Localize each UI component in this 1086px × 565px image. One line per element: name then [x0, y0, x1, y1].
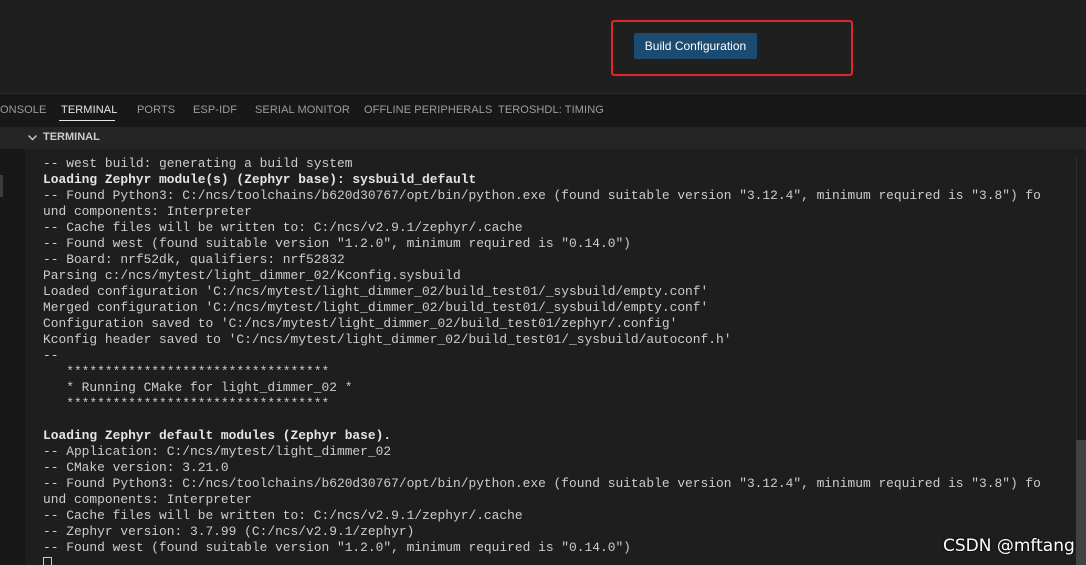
terminal-section-header[interactable]: TERMINAL: [0, 127, 1086, 149]
tab-teroshdl-timing[interactable]: TEROSHDL: TIMING: [498, 104, 604, 116]
watermark: CSDN @mftang: [943, 536, 1075, 556]
terminal-line: Merged configuration 'C:/ncs/mytest/ligh…: [43, 300, 709, 315]
terminal-line: -- Application: C:/ncs/mytest/light_dimm…: [43, 444, 392, 459]
terminal-line: **********************************: [43, 396, 330, 411]
terminal-line: -- Found west (found suitable version "1…: [43, 236, 631, 251]
panel-tab-bar: ONSOLE TERMINAL PORTS ESP-IDF SERIAL MON…: [0, 94, 1086, 127]
tab-ports[interactable]: PORTS: [137, 104, 175, 116]
terminal-line: **********************************: [43, 364, 330, 379]
terminal-line: --: [43, 348, 59, 363]
terminal-line: * Running CMake for light_dimmer_02 *: [43, 380, 353, 395]
terminal-line: Kconfig header saved to 'C:/ncs/mytest/l…: [43, 332, 732, 347]
terminal-line: -- Found west (found suitable version "1…: [43, 540, 631, 555]
terminal-line: -- Found Python3: C:/ncs/toolchains/b620…: [43, 188, 1041, 203]
active-tab-indicator: [59, 120, 115, 121]
terminal-line: und components: Interpreter: [43, 204, 252, 219]
terminal-line: Parsing c:/ncs/mytest/light_dimmer_02/Kc…: [43, 268, 461, 283]
terminal-cursor: [43, 557, 52, 565]
tab-offline-peripherals[interactable]: OFFLINE PERIPHERALS: [364, 104, 492, 116]
terminal-line: -- Cache files will be written to: C:/nc…: [43, 508, 523, 523]
left-gutter: [0, 149, 25, 565]
terminal-line: Loading Zephyr module(s) (Zephyr base): …: [43, 172, 477, 187]
chevron-down-icon[interactable]: [27, 132, 38, 143]
terminal-line: -- CMake version: 3.21.0: [43, 460, 229, 475]
gutter-marker: [0, 175, 3, 197]
terminal-line: -- west build: generating a build system: [43, 156, 353, 171]
terminal-line: Loaded configuration 'C:/ncs/mytest/ligh…: [43, 284, 709, 299]
terminal-scrollbar-thumb[interactable]: [1076, 440, 1086, 565]
terminal-line: Configuration saved to 'C:/ncs/mytest/li…: [43, 316, 678, 331]
tab-esp-idf[interactable]: ESP-IDF: [193, 104, 237, 116]
editor-area: Build Configuration: [0, 0, 1086, 93]
build-configuration-button[interactable]: Build Configuration: [634, 33, 757, 59]
terminal-line: -- Cache files will be written to: C:/nc…: [43, 220, 523, 235]
terminal-line: -- Zephyr version: 3.7.99 (C:/ncs/v2.9.1…: [43, 524, 415, 539]
section-title: TERMINAL: [43, 131, 100, 143]
terminal-line: -- Found Python3: C:/ncs/toolchains/b620…: [43, 476, 1041, 491]
tab-terminal[interactable]: TERMINAL: [61, 104, 117, 116]
tab-serial-monitor[interactable]: SERIAL MONITOR: [255, 104, 350, 116]
tab-console[interactable]: ONSOLE: [0, 104, 46, 116]
terminal-line: und components: Interpreter: [43, 492, 252, 507]
terminal-output[interactable]: -- west build: generating a build system…: [25, 149, 1086, 565]
terminal-line: -- Board: nrf52dk, qualifiers: nrf52832: [43, 252, 345, 267]
terminal-line: Loading Zephyr default modules (Zephyr b…: [43, 428, 392, 443]
